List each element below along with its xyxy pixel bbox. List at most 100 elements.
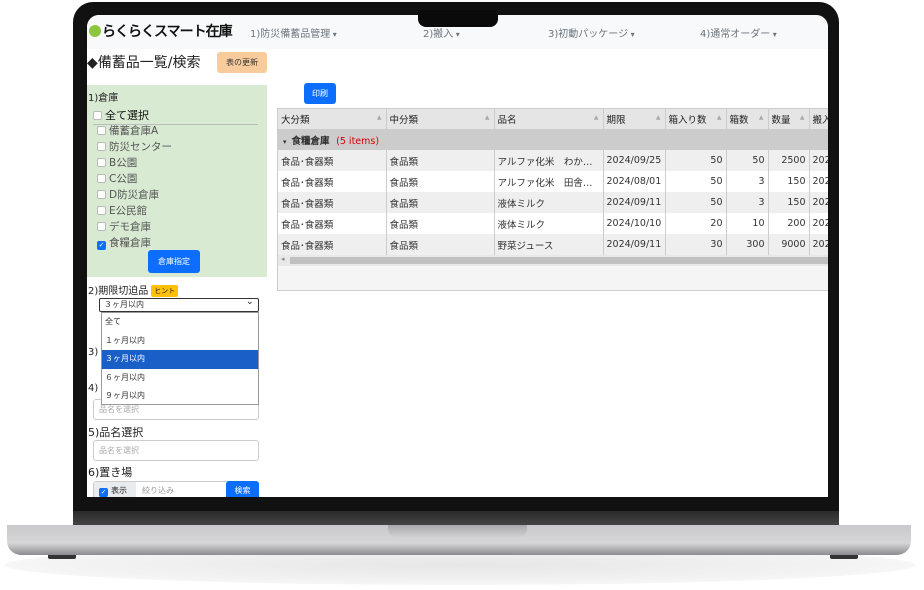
table-row[interactable]: 食品･食器類食品類野菜ジュース2024/09/11303009000202	[278, 234, 828, 255]
column-header[interactable]: 箱数 ▲	[726, 109, 769, 129]
table-cell: 液体ミルク	[494, 213, 604, 234]
column-header[interactable]: 搬入	[809, 109, 828, 129]
logo-text: らくらくスマート在庫	[102, 24, 233, 40]
column-header-label: 期限	[606, 115, 626, 126]
logo[interactable]: らくらくスマート在庫	[89, 21, 233, 41]
warehouse-name: D防災倉庫	[109, 189, 160, 201]
warehouse-name: B公園	[109, 157, 138, 169]
warehouse-panel: 1)倉庫 全て選択 倉庫指定 備蓄倉庫A 防災センター B公園 C公園 D防災倉庫 E公民…	[87, 85, 267, 277]
warehouse-checkbox[interactable]: B公園	[97, 155, 137, 170]
header-row: 大分類 ▲ 中分類 ▲ 品名 ▲ 期限 ▲ 箱入り数 ▲ 箱数 ▲ 数量 ▲ 搬入	[278, 109, 828, 129]
warehouse-name: E公民館	[109, 205, 148, 217]
table-cell: アルファ化米 田舎ご飯	[494, 171, 604, 192]
table-cell: 150	[768, 192, 810, 213]
table-cell: 食品･食器類	[278, 150, 387, 171]
expiry-dropdown: 全て １ヶ月以内 ３ヶ月以内 ６ヶ月以内 ９ヶ月以内	[101, 312, 259, 405]
table-cell: 液体ミルク	[494, 192, 604, 213]
location-search-button[interactable]: 検索	[226, 481, 259, 497]
table-cell: 202	[809, 234, 828, 255]
warehouse-name: 防災センター	[109, 141, 172, 153]
table-cell: 2500	[768, 150, 810, 171]
column-header[interactable]: 期限 ▲	[603, 109, 666, 129]
checkbox-icon	[93, 111, 102, 120]
table-cell: 食品類	[386, 192, 495, 213]
expiry-select[interactable]: ３ヶ月以内	[99, 296, 259, 312]
refresh-table-button[interactable]: 表の更新	[217, 52, 267, 73]
group-row[interactable]: ▾ 食糧倉庫 (5 items)	[278, 129, 828, 150]
table-cell: 食品類	[386, 234, 495, 255]
warehouse-checkbox[interactable]: 防災センター	[97, 139, 172, 154]
column-header[interactable]: 中分類 ▲	[386, 109, 495, 129]
table-cell: 食品･食器類	[278, 171, 387, 192]
table-cell: 9000	[768, 234, 810, 255]
expiry-option[interactable]: 全て	[102, 313, 258, 332]
column-header-label: 品名	[497, 115, 517, 126]
checkbox-icon	[97, 158, 106, 167]
expiry-option[interactable]: ９ヶ月以内	[102, 387, 258, 406]
table-cell: 2024/09/11	[603, 192, 666, 213]
warehouse-checkbox[interactable]: ✓ 食糧倉庫	[97, 235, 151, 250]
table-cell: 食品類	[386, 213, 495, 234]
item-name-input[interactable]: 品名を選択	[93, 440, 259, 461]
sort-icon[interactable]: ▲	[377, 114, 382, 121]
scrollbar-thumb[interactable]	[290, 257, 828, 264]
sort-icon[interactable]: ▲	[717, 114, 722, 121]
table-row[interactable]: 食品･食器類食品類液体ミルク2024/10/102010200202	[278, 213, 828, 234]
warehouse-checkbox[interactable]: 備蓄倉庫A	[97, 123, 158, 138]
table-cell: 50	[665, 171, 727, 192]
location-label: 6)置き場	[88, 466, 133, 479]
expiry-option[interactable]: ３ヶ月以内	[102, 350, 258, 369]
sort-icon[interactable]: ▲	[485, 114, 490, 121]
table-row[interactable]: 食品･食器類食品類アルファ化米 田舎ご飯2024/08/01503150202	[278, 171, 828, 192]
warehouse-checkbox[interactable]: D防災倉庫	[97, 187, 159, 202]
table-cell: 食品･食器類	[278, 213, 387, 234]
column-header-label: 箱数	[729, 115, 749, 126]
table-cell: 50	[726, 150, 769, 171]
warehouse-name: 備蓄倉庫A	[109, 125, 159, 137]
expiry-label: 2)期限切迫品 ヒント	[88, 282, 179, 297]
item-name-label: 5)品名選択	[88, 426, 144, 439]
horizontal-scrollbar[interactable]: ◂	[278, 255, 828, 266]
table-cell: 3	[726, 192, 769, 213]
warehouse-name: デモ倉庫	[109, 221, 151, 233]
expiry-option[interactable]: １ヶ月以内	[102, 332, 258, 351]
table-cell: 2024/10/10	[603, 213, 666, 234]
camera-notch	[418, 10, 498, 27]
column-header[interactable]: 品名 ▲	[494, 109, 604, 129]
warehouse-specify-button[interactable]: 倉庫指定	[148, 250, 200, 273]
collapse-icon[interactable]: ▾	[283, 138, 287, 146]
column-header[interactable]: 箱入り数 ▲	[665, 109, 727, 129]
table-cell: 30	[665, 234, 727, 255]
table-row[interactable]: 食品･食器類食品類液体ミルク2024/09/11503150202	[278, 192, 828, 213]
checkbox-icon	[97, 142, 106, 151]
column-header[interactable]: 大分類 ▲	[278, 109, 387, 129]
table-cell: 202	[809, 150, 828, 171]
section4-label: 4)	[88, 383, 99, 394]
column-header-label: 搬入	[812, 115, 829, 126]
nav-regular-order[interactable]: 4)通常オーダー	[700, 25, 777, 40]
sort-icon[interactable]: ▲	[594, 114, 599, 121]
table-cell: 野菜ジュース	[494, 234, 604, 255]
table-row[interactable]: 食品･食器類 食品類 アルファ化米 わかめご飯 2024/09/25 50 50 2500 2…	[278, 150, 828, 171]
show-checkbox[interactable]: ✓ 表示	[94, 482, 136, 497]
location-filter-input[interactable]: 絞り込み	[142, 482, 174, 497]
sort-icon[interactable]: ▲	[759, 114, 764, 121]
scroll-left-icon[interactable]: ◂	[281, 255, 285, 263]
column-header[interactable]: 数量 ▲	[768, 109, 810, 129]
sort-icon[interactable]: ▲	[656, 114, 661, 121]
checkbox-icon	[97, 190, 106, 199]
print-button[interactable]: 印刷	[304, 83, 336, 104]
warehouse-checkbox[interactable]: E公民館	[97, 203, 147, 218]
warehouse-checkbox[interactable]: C公園	[97, 171, 137, 186]
nav-disaster-stock[interactable]: 1)防災備蓄品管理	[250, 25, 337, 40]
hint-badge[interactable]: ヒント	[151, 285, 179, 297]
warehouse-label: 1)倉庫	[88, 93, 119, 104]
checkbox-icon	[97, 222, 106, 231]
warehouse-checkbox[interactable]: デモ倉庫	[97, 219, 151, 234]
nav-initial-package[interactable]: 3)初動パッケージ	[548, 25, 635, 40]
table-cell: 2024/09/11	[603, 234, 666, 255]
nav-delivery[interactable]: 2)搬入	[423, 25, 460, 40]
expiry-option[interactable]: ６ヶ月以内	[102, 369, 258, 388]
sort-icon[interactable]: ▲	[800, 114, 805, 121]
column-header-label: 中分類	[389, 115, 419, 126]
